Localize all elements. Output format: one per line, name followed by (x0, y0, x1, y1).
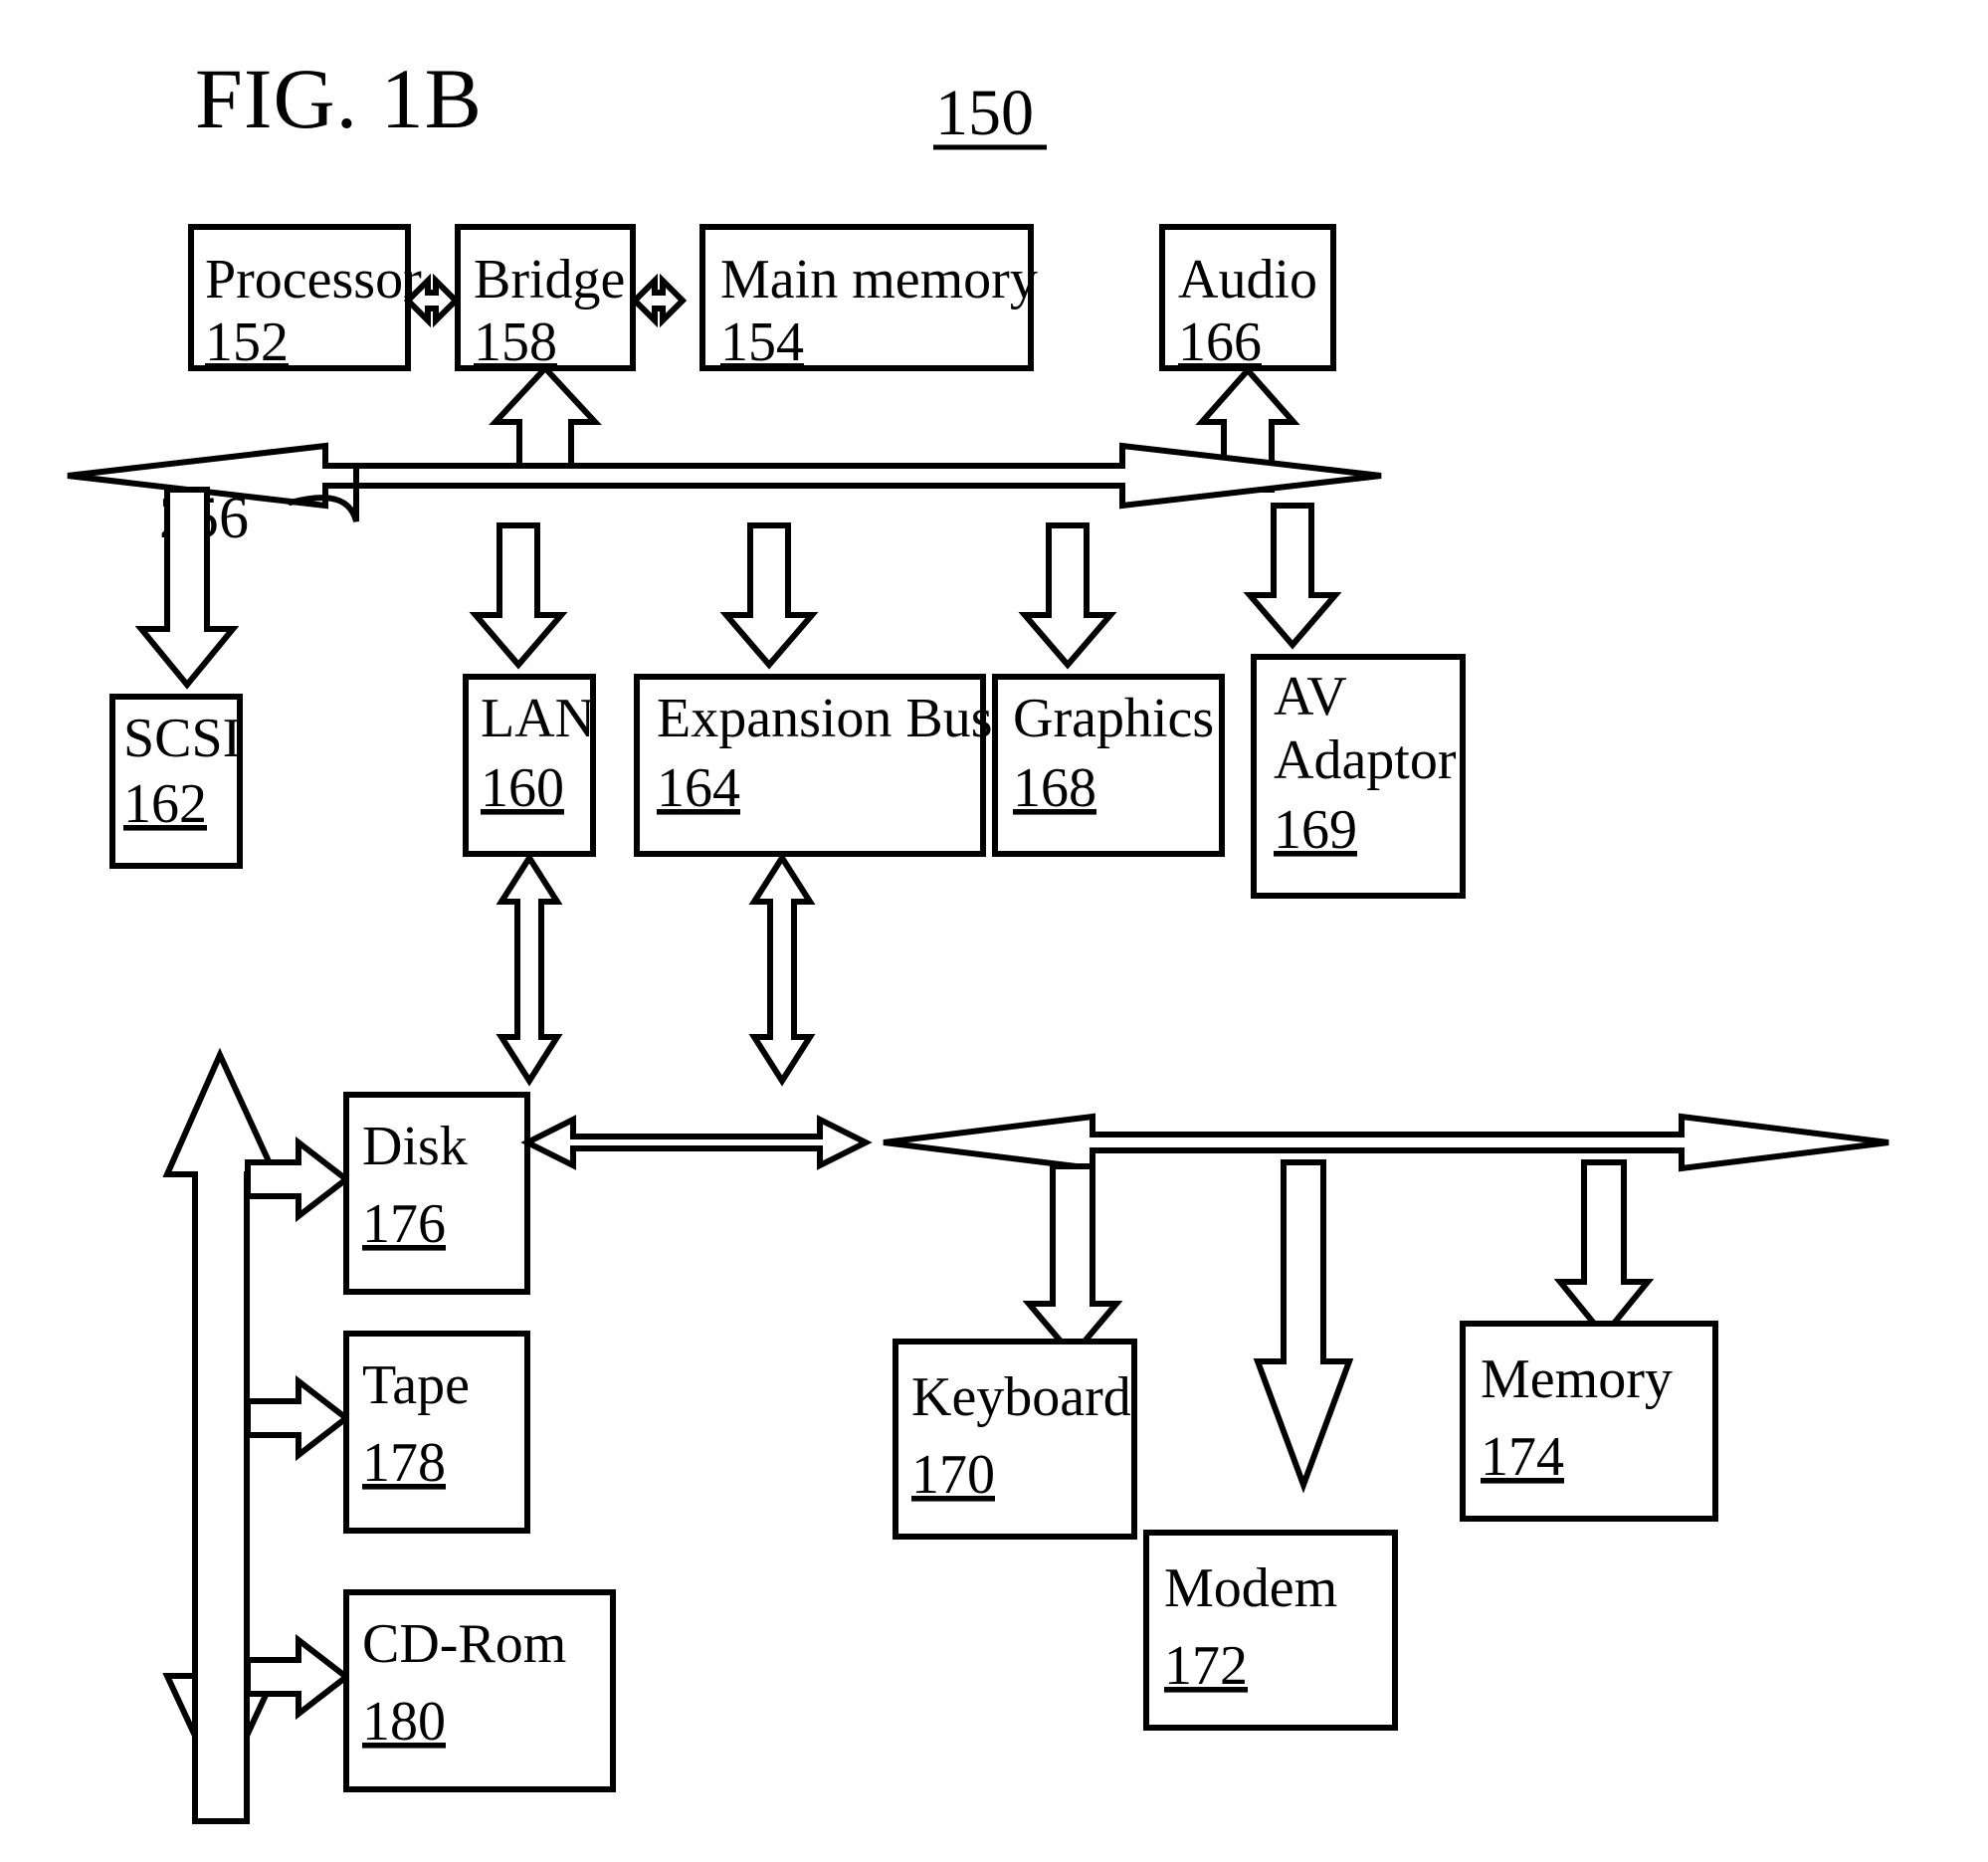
block-tape-number: 178 (362, 1432, 446, 1494)
block-expansion-bus: Expansion Bus 164 (634, 674, 993, 857)
block-graphics-label: Graphics (1013, 688, 1214, 749)
block-modem-label: Modem (1164, 1557, 1337, 1619)
block-graphics-number: 168 (1013, 757, 1096, 819)
arrow-lan-vertical (496, 852, 563, 1087)
arrow-bus-to-bridge (489, 363, 602, 471)
patent-figure: FIG. 1B 150 Processor 152 Bridge 158 Mai… (0, 0, 1988, 1862)
block-av-adaptor-label-line1: AV (1274, 666, 1347, 727)
block-disk-number: 176 (362, 1193, 446, 1255)
block-disk-label: Disk (362, 1116, 468, 1177)
block-memory: Memory 174 (1460, 1321, 1718, 1522)
block-audio-label: Audio (1178, 249, 1317, 310)
block-bridge: Bridge 158 (455, 224, 636, 373)
block-cdrom-number: 180 (362, 1691, 446, 1753)
arrow-bus-to-modem (1253, 1159, 1354, 1494)
block-cdrom: CD-Rom 180 (343, 1589, 616, 1792)
block-modem-number: 172 (1164, 1635, 1248, 1697)
block-tape-label: Tape (362, 1354, 470, 1416)
block-processor-number: 152 (205, 311, 289, 373)
block-av-adaptor: AV Adaptor 169 (1251, 654, 1466, 899)
block-memory-number: 174 (1481, 1426, 1564, 1488)
system-bus-256 (67, 442, 1382, 510)
block-bridge-label: Bridge (474, 249, 625, 310)
arrow-bus-to-keyboard (1022, 1163, 1123, 1360)
block-expansion-bus-label: Expansion Bus (657, 688, 993, 749)
block-audio-number: 166 (1178, 311, 1262, 373)
block-scsi-label: SCSI (123, 708, 241, 769)
block-modem: Modem 172 (1143, 1530, 1398, 1731)
block-main-memory-number: 154 (720, 311, 804, 373)
block-av-adaptor-label-line2: Adaptor (1274, 729, 1457, 791)
block-tape: Tape 178 (343, 1331, 530, 1534)
block-lan: LAN 160 (463, 674, 596, 857)
figure-reference-numeral: 150 (935, 77, 1034, 149)
block-expansion-bus-number: 164 (657, 757, 740, 819)
block-scsi-number: 162 (123, 773, 207, 835)
arrow-bus-to-graphics (1018, 522, 1117, 670)
arrow-disk-to-lan-horizontal (520, 1115, 873, 1170)
block-lan-number: 160 (481, 757, 564, 819)
arrow-scsi-to-tape (245, 1374, 351, 1462)
block-main-memory: Main memory 154 (699, 224, 1038, 373)
arrow-bus-to-expansion (719, 522, 819, 670)
block-processor-label: Processor (205, 249, 422, 310)
block-processor: Processor 152 (188, 224, 422, 373)
block-audio: Audio 166 (1159, 224, 1336, 373)
block-lan-label: LAN (481, 688, 595, 749)
block-keyboard-label: Keyboard (911, 1366, 1131, 1428)
block-keyboard-number: 170 (911, 1444, 995, 1506)
figure-title: FIG. 1B (195, 51, 483, 146)
block-keyboard: Keyboard 170 (893, 1339, 1137, 1540)
arrow-bus-to-memory (1553, 1159, 1655, 1341)
block-cdrom-label: CD-Rom (362, 1613, 566, 1675)
arrow-bridge-mainmemory (630, 273, 688, 328)
block-bridge-number: 158 (474, 311, 557, 373)
block-main-memory-label: Main memory (720, 249, 1038, 310)
block-disk: Disk 176 (343, 1092, 530, 1295)
block-av-adaptor-number: 169 (1274, 799, 1357, 861)
block-graphics: Graphics 168 (992, 674, 1225, 857)
arrow-bus-to-av-adaptor (1243, 503, 1342, 650)
block-memory-label: Memory (1481, 1348, 1673, 1410)
arrow-bus-to-lan (469, 522, 568, 670)
secondary-bus (883, 1113, 1889, 1172)
arrow-expansion-vertical (748, 852, 816, 1087)
block-scsi: SCSI 162 (109, 694, 243, 869)
